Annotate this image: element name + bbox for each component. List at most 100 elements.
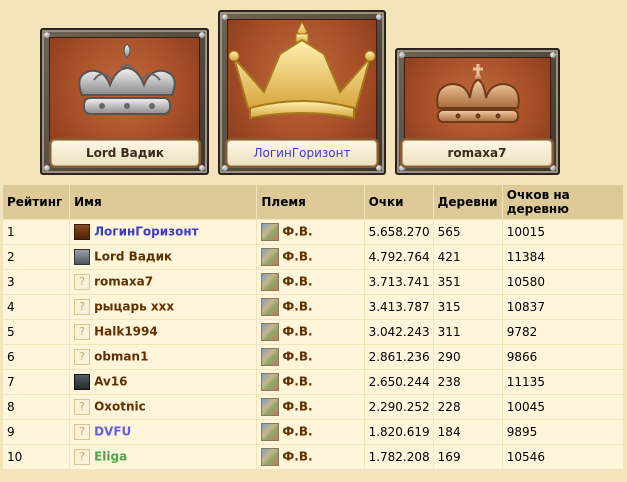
tribe-link[interactable]: Ф.В.	[282, 325, 312, 339]
tribe-cell: Ф.В.	[257, 345, 364, 369]
tribe-flag-icon	[261, 298, 280, 316]
tribe-link[interactable]: Ф.В.	[282, 300, 312, 314]
per-village-cell: 9866	[502, 345, 623, 369]
player-link[interactable]: ЛогинГоризонт	[94, 225, 199, 239]
rank-cell: 2	[3, 245, 70, 269]
points-cell: 3.042.243	[364, 320, 433, 344]
player-link[interactable]: Lord Вадик	[94, 250, 172, 264]
tribe-flag-icon	[261, 448, 280, 466]
per-village-cell: 10580	[502, 270, 623, 294]
player-link[interactable]: romaxa7	[94, 275, 153, 289]
bronze-crown-icon	[436, 64, 520, 123]
header-rank[interactable]: Рейтинг	[3, 185, 70, 219]
header-points[interactable]: Очки	[364, 185, 433, 219]
first-place-name[interactable]: ЛогинГоризонт	[227, 140, 377, 166]
default-avatar-icon: ?	[74, 324, 91, 340]
table-row: 2 Lord Вадик Ф.В. 4.792.764 421 11384	[3, 245, 623, 269]
tribe-link[interactable]: Ф.В.	[282, 250, 312, 264]
per-village-cell: 10045	[502, 395, 623, 419]
per-village-cell: 10015	[502, 220, 623, 244]
player-link[interactable]: obman1	[94, 350, 148, 364]
points-cell: 2.650.244	[364, 370, 433, 394]
tribe-flag-icon	[261, 423, 280, 441]
name-cell: ЛогинГоризонт	[70, 220, 257, 244]
points-cell: 1.782.208	[364, 445, 433, 469]
points-cell: 2.290.252	[364, 395, 433, 419]
tribe-link[interactable]: Ф.В.	[282, 350, 312, 364]
silver-crown-icon	[78, 43, 176, 115]
header-villages[interactable]: Деревни	[433, 185, 502, 219]
tribe-flag-icon	[261, 273, 280, 291]
tribe-link[interactable]: Ф.В.	[282, 425, 312, 439]
table-header-row: Рейтинг Имя Племя Очки Деревни Очков на …	[3, 185, 623, 219]
table-row: 10 ? Eliga Ф.В. 1.782.208 169 10546	[3, 445, 623, 469]
tribe-cell: Ф.В.	[257, 445, 364, 469]
tribe-flag-icon	[261, 248, 280, 266]
tribe-cell: Ф.В.	[257, 395, 364, 419]
tribe-cell: Ф.В.	[257, 320, 364, 344]
rank-cell: 5	[3, 320, 70, 344]
villages-cell: 565	[433, 220, 502, 244]
per-village-cell: 11384	[502, 245, 623, 269]
points-cell: 1.820.619	[364, 420, 433, 444]
player-link[interactable]: Halk1994	[94, 325, 158, 339]
tribe-cell: Ф.В.	[257, 245, 364, 269]
name-cell: ? рыцарь ххх	[70, 295, 257, 319]
header-tribe[interactable]: Племя	[257, 185, 364, 219]
third-place-name[interactable]: romaxa7	[402, 140, 552, 166]
tribe-cell: Ф.В.	[257, 370, 364, 394]
table-row: 1 ЛогинГоризонт Ф.В. 5.658.270 565 10015	[3, 220, 623, 244]
default-avatar-icon: ?	[74, 349, 91, 365]
tribe-link[interactable]: Ф.В.	[282, 375, 312, 389]
rank-cell: 10	[3, 445, 70, 469]
rank-cell: 4	[3, 295, 70, 319]
name-cell: Av16	[70, 370, 257, 394]
per-village-cell: 10837	[502, 295, 623, 319]
default-avatar-icon: ?	[74, 449, 91, 465]
rank-cell: 8	[3, 395, 70, 419]
second-place-name[interactable]: Lord Вадик	[51, 140, 199, 166]
rank-cell: 6	[3, 345, 70, 369]
player-link[interactable]: Av16	[94, 375, 127, 389]
name-cell: ? Eliga	[70, 445, 257, 469]
tribe-link[interactable]: Ф.В.	[282, 450, 312, 464]
points-cell: 2.861.236	[364, 345, 433, 369]
table-row: 9 ? DVFU Ф.В. 1.820.619 184 9895	[3, 420, 623, 444]
table-row: 6 ? obman1 Ф.В. 2.861.236 290 9866	[3, 345, 623, 369]
gold-crown-icon	[228, 20, 376, 120]
tribe-link[interactable]: Ф.В.	[282, 225, 312, 239]
villages-cell: 311	[433, 320, 502, 344]
tribe-flag-icon	[261, 398, 280, 416]
header-name[interactable]: Имя	[70, 185, 257, 219]
player-link[interactable]: рыцарь ххх	[94, 300, 174, 314]
table-row: 7 Av16 Ф.В. 2.650.244 238 11135	[3, 370, 623, 394]
header-points-per-village[interactable]: Очков на деревню	[502, 185, 623, 219]
villages-cell: 169	[433, 445, 502, 469]
tribe-cell: Ф.В.	[257, 295, 364, 319]
name-cell: ? romaxa7	[70, 270, 257, 294]
points-cell: 5.658.270	[364, 220, 433, 244]
villages-cell: 228	[433, 395, 502, 419]
tribe-cell: Ф.В.	[257, 270, 364, 294]
tribe-link[interactable]: Ф.В.	[282, 275, 312, 289]
tribe-flag-icon	[261, 373, 280, 391]
tribe-flag-icon	[261, 223, 280, 241]
rank-cell: 1	[3, 220, 70, 244]
name-cell: ? DVFU	[70, 420, 257, 444]
name-cell: ? obman1	[70, 345, 257, 369]
villages-cell: 421	[433, 245, 502, 269]
table-row: 8 ? Oxotnic Ф.В. 2.290.252 228 10045	[3, 395, 623, 419]
villages-cell: 184	[433, 420, 502, 444]
player-link[interactable]: Eliga	[94, 450, 127, 464]
name-cell: Lord Вадик	[70, 245, 257, 269]
villages-cell: 238	[433, 370, 502, 394]
player-link[interactable]: DVFU	[94, 425, 131, 439]
default-avatar-icon: ?	[74, 424, 91, 440]
player-link[interactable]: Oxotnic	[94, 400, 146, 414]
avatar	[74, 249, 91, 265]
per-village-cell: 11135	[502, 370, 623, 394]
tribe-cell: Ф.В.	[257, 420, 364, 444]
ranking-table: Рейтинг Имя Племя Очки Деревни Очков на …	[2, 184, 624, 470]
avatar	[74, 224, 91, 240]
tribe-link[interactable]: Ф.В.	[282, 400, 312, 414]
